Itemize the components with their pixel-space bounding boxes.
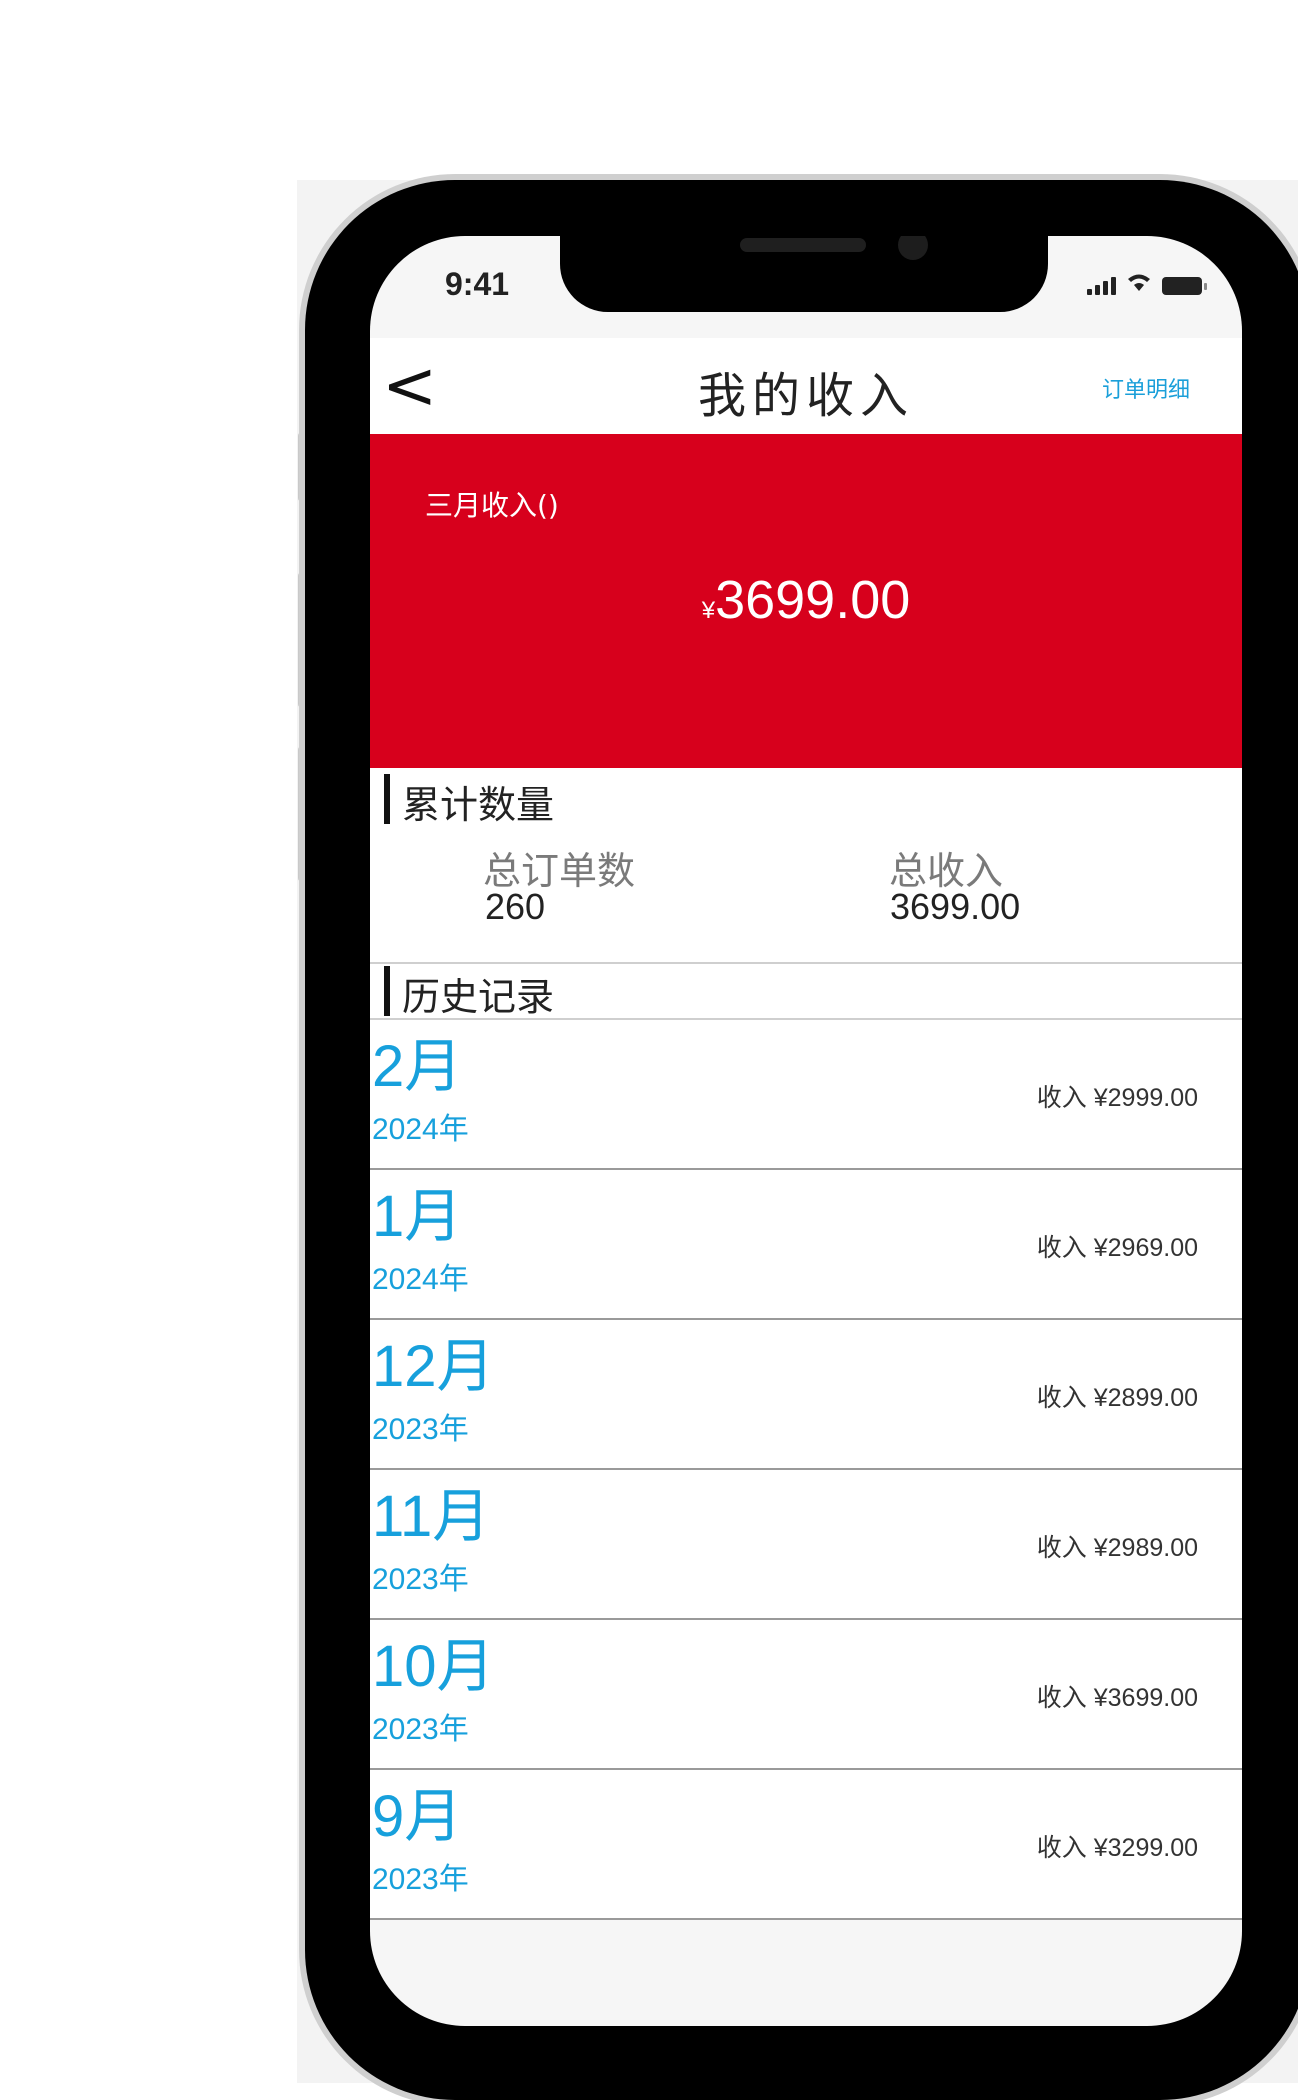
record-amount: 收入 ¥2989.00 [1036,1534,1198,1562]
record-month: 11月 [372,1484,491,1549]
total-orders-value: 260 [485,886,546,927]
signal-icon [1087,277,1116,295]
history-record[interactable]: 12月 2023年 收入 ¥2899.00 [370,1320,1242,1470]
banner-label: 三月收入() [425,489,559,522]
wifi-icon [1124,270,1154,295]
phone-screen: 9:41 < 我的收入 订单明细 三月收入() ¥3699.00 累计数量 总订… [370,236,1242,2026]
notch [560,236,1048,312]
record-year: 2023年 [372,1563,469,1596]
history-record[interactable]: 10月 2023年 收入 ¥3699.00 [370,1620,1242,1770]
history-record[interactable]: 2月 2024年 收入 ¥2999.00 [370,1020,1242,1170]
currency-symbol: ¥ [701,597,716,624]
section-marker [384,966,390,1016]
banner-amount: ¥3699.00 [370,569,1242,631]
record-amount: 收入 ¥2969.00 [1036,1234,1198,1262]
nav-header: < 我的收入 订单明细 [370,338,1242,434]
record-month: 1月 [372,1184,463,1249]
month-income-banner: 三月收入() ¥3699.00 [370,434,1242,768]
record-year: 2024年 [372,1113,469,1146]
record-amount: 收入 ¥3699.00 [1036,1684,1198,1712]
record-year: 2024年 [372,1263,469,1296]
battery-icon [1162,277,1207,295]
summary-section: 累计数量 总订单数 260 总收入 3699.00 [370,768,1242,964]
history-record[interactable]: 11月 2023年 收入 ¥2989.00 [370,1470,1242,1620]
history-record[interactable]: 1月 2024年 收入 ¥2969.00 [370,1170,1242,1320]
total-income-value: 3699.00 [890,886,1021,927]
front-camera [898,236,928,260]
record-amount: 收入 ¥2999.00 [1036,1084,1198,1112]
history-title: 历史记录 [402,975,555,1019]
record-amount: 收入 ¥2899.00 [1036,1384,1198,1412]
status-icons [1087,270,1207,295]
order-details-link[interactable]: 订单明细 [1102,372,1190,404]
history-record[interactable]: 9月 2023年 收入 ¥3299.00 [370,1770,1242,1920]
record-year: 2023年 [372,1713,469,1746]
record-month: 2月 [372,1034,463,1099]
record-month: 9月 [372,1784,463,1849]
speaker-grille [740,238,866,252]
record-month: 12月 [372,1334,495,1399]
summary-title: 累计数量 [402,783,555,827]
history-section-header: 历史记录 [370,964,1242,1020]
banner-amount-value: 3699.00 [715,570,911,630]
record-amount: 收入 ¥3299.00 [1036,1834,1198,1862]
section-marker [384,774,390,824]
record-year: 2023年 [372,1413,469,1446]
status-time: 9:41 [445,266,510,302]
record-month: 10月 [372,1634,495,1699]
record-year: 2023年 [372,1863,469,1896]
